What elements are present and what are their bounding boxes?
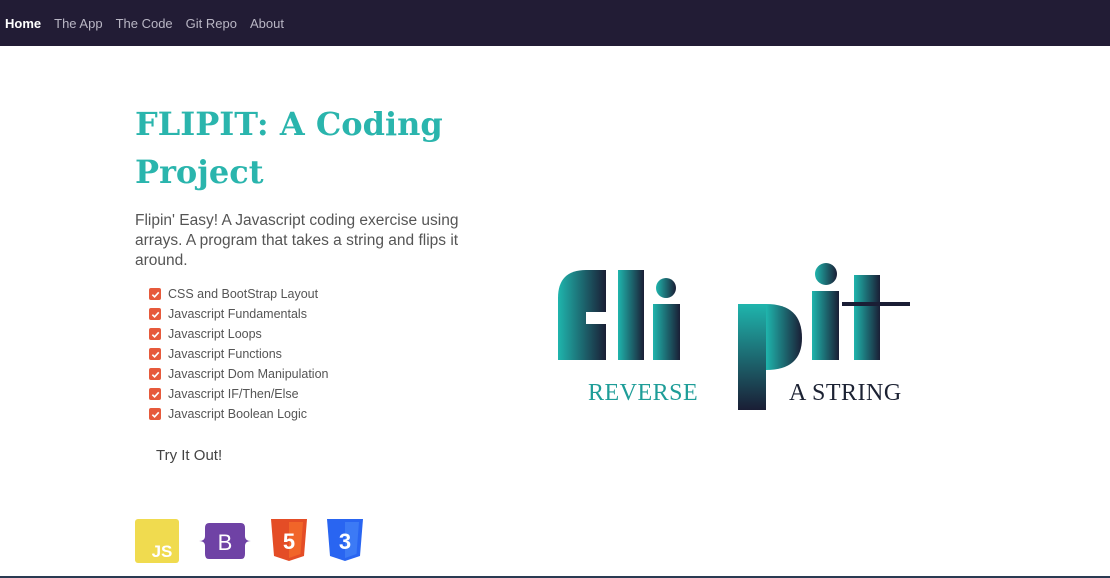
feature-label: Javascript Boolean Logic bbox=[168, 407, 307, 421]
checkbox-checked-icon bbox=[149, 388, 161, 400]
feature-label: Javascript IF/Then/Else bbox=[168, 387, 299, 401]
feature-label: CSS and BootStrap Layout bbox=[168, 287, 319, 301]
list-item: Javascript Boolean Logic bbox=[149, 404, 329, 424]
checkbox-checked-icon bbox=[149, 288, 161, 300]
list-item: Javascript Dom Manipulation bbox=[149, 364, 329, 384]
nav-home-link[interactable]: Home bbox=[5, 16, 41, 31]
list-item: Javascript Functions bbox=[149, 344, 329, 364]
html5-icon-label: 5 bbox=[283, 529, 295, 554]
js-icon-label: JS bbox=[152, 542, 173, 561]
nav-the-code-link[interactable]: The Code bbox=[116, 16, 173, 31]
logo-word-reverse: REVERSE bbox=[588, 380, 699, 406]
list-item: Javascript IF/Then/Else bbox=[149, 384, 329, 404]
nav-about-link[interactable]: About bbox=[250, 16, 284, 31]
list-item: Javascript Fundamentals bbox=[149, 304, 329, 324]
checkbox-checked-icon bbox=[149, 348, 161, 360]
list-item: Javascript Loops bbox=[149, 324, 329, 344]
css3-icon: 3 bbox=[327, 519, 363, 561]
nav-the-app-link[interactable]: The App bbox=[54, 16, 102, 31]
checkbox-checked-icon bbox=[149, 328, 161, 340]
try-it-out-button[interactable]: Try It Out! bbox=[144, 443, 234, 468]
feature-label: Javascript Loops bbox=[168, 327, 262, 341]
page-title: FLIPIT: A Coding Project bbox=[135, 105, 443, 191]
checkbox-checked-icon bbox=[149, 308, 161, 320]
bootstrap-icon: B bbox=[199, 523, 251, 559]
tech-icon-row: JS B 5 3 bbox=[135, 519, 383, 563]
nav-git-repo-link[interactable]: Git Repo bbox=[186, 16, 237, 31]
feature-label: Javascript Fundamentals bbox=[168, 307, 307, 321]
feature-label: Javascript Dom Manipulation bbox=[168, 367, 329, 381]
hero-description: Flipin' Easy! A Javascript coding exerci… bbox=[135, 212, 459, 269]
flipit-logo: REVERSE A STRING bbox=[556, 260, 916, 412]
feature-list: CSS and BootStrap Layout Javascript Fund… bbox=[149, 284, 329, 424]
css3-icon-label: 3 bbox=[339, 529, 351, 554]
bootstrap-icon-label: B bbox=[218, 530, 233, 555]
checkbox-checked-icon bbox=[149, 408, 161, 420]
checkbox-checked-icon bbox=[149, 368, 161, 380]
html5-icon: 5 bbox=[271, 519, 307, 561]
js-icon: JS bbox=[135, 519, 179, 563]
top-navbar: Home The App The Code Git Repo About bbox=[0, 0, 1110, 46]
list-item: CSS and BootStrap Layout bbox=[149, 284, 329, 304]
feature-label: Javascript Functions bbox=[168, 347, 282, 361]
logo-word-a-string: A STRING bbox=[789, 380, 902, 406]
